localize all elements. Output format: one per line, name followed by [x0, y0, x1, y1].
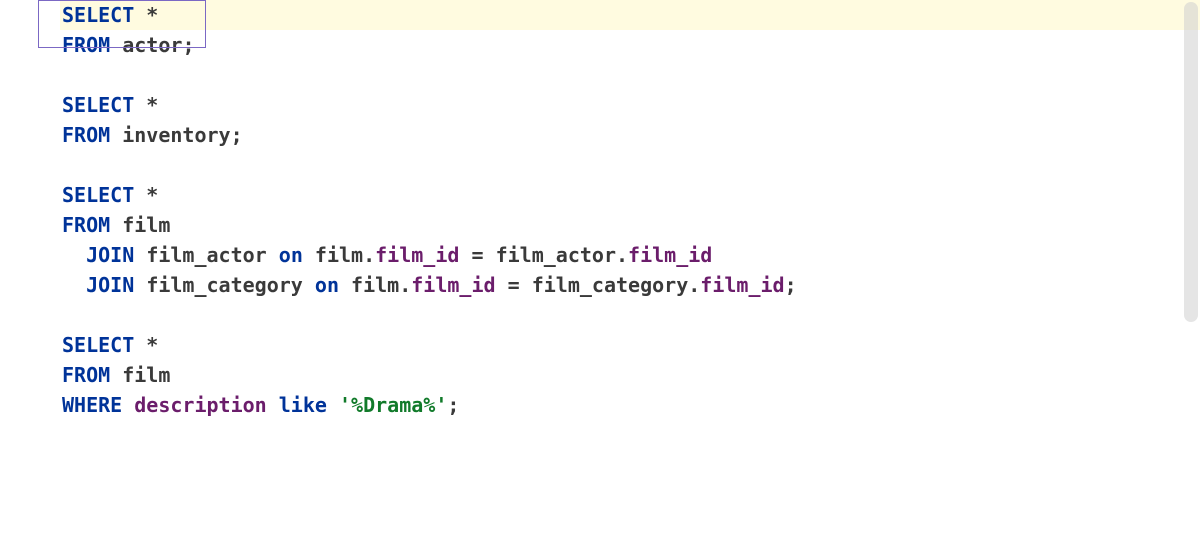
- token-op: =: [508, 273, 520, 297]
- code-line[interactable]: FROM actor;: [60, 30, 1200, 60]
- token-star: *: [146, 3, 158, 27]
- token-punct: ;: [231, 123, 243, 147]
- code-line[interactable]: SELECT *: [60, 330, 1200, 360]
- code-line[interactable]: SELECT *: [60, 90, 1200, 120]
- token-kw: SELECT: [62, 93, 134, 117]
- token-str: '%Drama%': [339, 393, 447, 417]
- token-kw: FROM: [62, 33, 110, 57]
- code-line[interactable]: WHERE description like '%Drama%';: [60, 390, 1200, 420]
- token-star: *: [146, 93, 158, 117]
- token-punct: .: [399, 273, 411, 297]
- token-kw2: on: [279, 243, 303, 267]
- token-kw: SELECT: [62, 183, 134, 207]
- code-line[interactable]: FROM inventory;: [60, 120, 1200, 150]
- token-ident: film: [315, 243, 363, 267]
- code-line[interactable]: FROM film: [60, 210, 1200, 240]
- code-line[interactable]: [60, 300, 1200, 330]
- code-line[interactable]: FROM film: [60, 360, 1200, 390]
- token-kw: JOIN: [86, 243, 134, 267]
- token-col: film_id: [375, 243, 459, 267]
- token-op: =: [471, 243, 483, 267]
- token-kw: WHERE: [62, 393, 122, 417]
- code-line[interactable]: JOIN film_category on film.film_id = fil…: [60, 270, 1200, 300]
- token-kw: FROM: [62, 123, 110, 147]
- token-kw2: on: [315, 273, 339, 297]
- token-kw2: like: [279, 393, 327, 417]
- token-ident: film_category: [532, 273, 689, 297]
- token-ident: film_category: [146, 273, 303, 297]
- token-ident: film: [351, 273, 399, 297]
- token-kw: SELECT: [62, 333, 134, 357]
- token-punct: .: [688, 273, 700, 297]
- token-col: film_id: [411, 273, 495, 297]
- sql-editor[interactable]: SELECT *FROM actor;SELECT *FROM inventor…: [0, 0, 1200, 540]
- token-kw: SELECT: [62, 3, 134, 27]
- token-col: film_id: [700, 273, 784, 297]
- code-line[interactable]: SELECT *: [60, 180, 1200, 210]
- token-col: description: [134, 393, 266, 417]
- token-star: *: [146, 333, 158, 357]
- token-kw: FROM: [62, 363, 110, 387]
- token-ident: film_actor: [496, 243, 616, 267]
- token-ident: film: [122, 363, 170, 387]
- token-punct: ;: [182, 33, 194, 57]
- token-kw: FROM: [62, 213, 110, 237]
- token-punct: ;: [785, 273, 797, 297]
- code-line[interactable]: [60, 150, 1200, 180]
- token-kw: JOIN: [86, 273, 134, 297]
- token-punct: ;: [447, 393, 459, 417]
- code-line[interactable]: SELECT *: [60, 0, 1200, 30]
- token-punct: .: [616, 243, 628, 267]
- token-ident: inventory: [122, 123, 230, 147]
- token-col: film_id: [628, 243, 712, 267]
- code-line[interactable]: JOIN film_actor on film.film_id = film_a…: [60, 240, 1200, 270]
- token-punct: .: [363, 243, 375, 267]
- gutter: [0, 0, 60, 540]
- code-line[interactable]: [60, 60, 1200, 90]
- vertical-scrollbar[interactable]: [1184, 2, 1198, 322]
- token-ident: film_actor: [146, 243, 266, 267]
- code-area[interactable]: SELECT *FROM actor;SELECT *FROM inventor…: [60, 0, 1200, 540]
- token-star: *: [146, 183, 158, 207]
- token-ident: actor: [122, 33, 182, 57]
- token-ident: film: [122, 213, 170, 237]
